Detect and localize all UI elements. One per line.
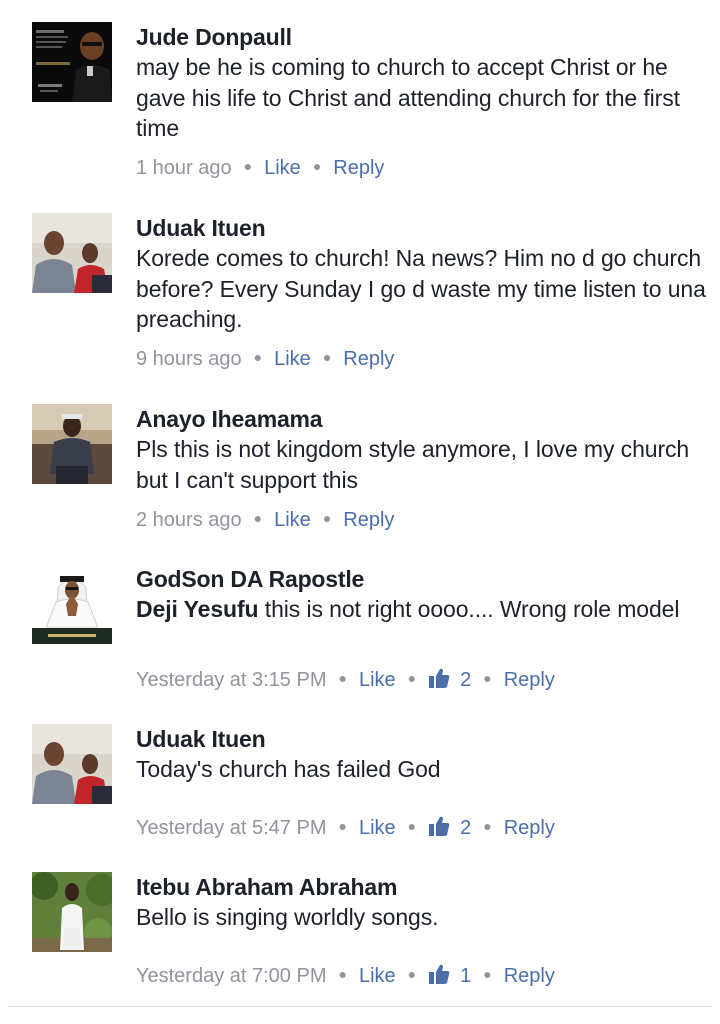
like-button[interactable]: Like [359, 965, 396, 987]
reaction-count[interactable]: 2 [428, 816, 471, 839]
avatar[interactable] [32, 213, 112, 293]
thumbs-up-icon [428, 667, 450, 697]
comment-meta: Yesterday at 5:47 PM ● Like ● 2 ● Reply [136, 812, 555, 845]
separator-dot: ● [483, 966, 492, 982]
separator-dot: ● [483, 818, 492, 834]
thumbs-up-icon [428, 963, 450, 993]
separator-dot: ● [322, 510, 332, 526]
separator-dot: ● [253, 349, 263, 365]
separator-dot: ● [338, 818, 347, 834]
reply-button[interactable]: Reply [343, 348, 394, 370]
reply-button[interactable]: Reply [504, 817, 555, 839]
comment-timestamp[interactable]: Yesterday at 3:15 PM [136, 669, 327, 691]
separator-dot: ● [253, 510, 263, 526]
separator-dot: ● [312, 158, 322, 174]
comment-thread: Jude Donpaull may be he is coming to chu… [0, 0, 720, 1024]
comment-timestamp[interactable]: 2 hours ago [136, 509, 242, 531]
avatar[interactable] [32, 564, 112, 644]
avatar[interactable] [32, 724, 112, 804]
comment-author[interactable]: Uduak Ituen [136, 213, 706, 243]
separator-dot: ● [407, 818, 417, 834]
comment-meta: 1 hour ago ● Like ● Reply [136, 152, 384, 182]
comment-meta: Yesterday at 7:00 PM ● Like ● 1 ● Reply [136, 960, 555, 993]
like-button[interactable]: Like [274, 509, 311, 531]
comment-text: Bello is singing worldly songs. [136, 904, 439, 930]
avatar[interactable] [32, 22, 112, 102]
mention-link[interactable]: Deji Yesufu [136, 596, 259, 622]
like-button[interactable]: Like [359, 817, 396, 839]
comment-timestamp[interactable]: 1 hour ago [136, 157, 232, 179]
comment-timestamp[interactable]: Yesterday at 5:47 PM [136, 817, 327, 839]
comment-text: Today's church has failed God [136, 756, 441, 782]
reaction-count[interactable]: 2 [428, 668, 471, 691]
comment-author[interactable]: Uduak Ituen [136, 724, 706, 754]
comment-author[interactable]: Jude Donpaull [136, 22, 706, 52]
comment-text-body: this is not right oooo.... Wrong role mo… [258, 596, 680, 622]
avatar[interactable] [32, 404, 112, 484]
reaction-count[interactable]: 1 [428, 964, 471, 987]
comment-meta: 9 hours ago ● Like ● Reply [136, 343, 394, 373]
reply-button[interactable]: Reply [333, 157, 384, 179]
comment-text: may be he is coming to church to accept … [136, 54, 680, 141]
comment-timestamp[interactable]: Yesterday at 7:00 PM [136, 965, 327, 987]
comment-author[interactable]: GodSon DA Rapostle [136, 564, 706, 594]
like-button[interactable]: Like [264, 157, 301, 179]
comment-text: Pls this is not kingdom style anymore, I… [136, 436, 690, 493]
like-button[interactable]: Like [274, 348, 311, 370]
separator-dot: ● [243, 158, 253, 174]
comment-text: Deji Yesufu this is not right oooo.... W… [136, 594, 706, 625]
comment-text: Korede comes to church! Na news? Him no … [136, 245, 706, 332]
comment-author[interactable]: Anayo Iheamama [136, 404, 706, 434]
divider [8, 1006, 712, 1007]
thumbs-up-icon [428, 815, 450, 845]
comment-meta: Yesterday at 3:15 PM ● Like ● 2 ● Reply [136, 664, 555, 697]
comment-timestamp[interactable]: 9 hours ago [136, 348, 242, 370]
reply-button[interactable]: Reply [343, 509, 394, 531]
comment-meta: 2 hours ago ● Like ● Reply [136, 504, 394, 534]
reply-button[interactable]: Reply [504, 965, 555, 987]
reply-button[interactable]: Reply [504, 669, 555, 691]
separator-dot: ● [322, 349, 332, 365]
separator-dot: ● [407, 966, 417, 982]
avatar[interactable] [32, 872, 112, 952]
like-button[interactable]: Like [359, 669, 396, 691]
separator-dot: ● [407, 670, 417, 686]
separator-dot: ● [483, 670, 492, 686]
separator-dot: ● [338, 966, 347, 982]
separator-dot: ● [338, 670, 347, 686]
comment-author[interactable]: Itebu Abraham Abraham [136, 872, 706, 902]
